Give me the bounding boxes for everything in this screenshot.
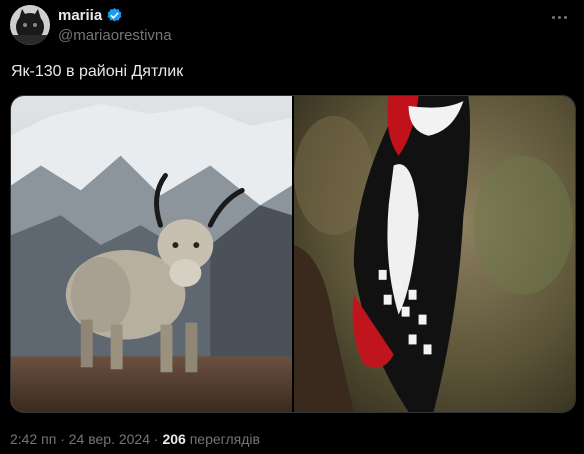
tweet: mariia @mariaorestivna Як-130 в районі Д… xyxy=(0,0,584,454)
display-name[interactable]: mariia xyxy=(58,7,102,24)
meta-separator: · xyxy=(60,431,65,447)
avatar[interactable] xyxy=(10,5,50,45)
author-handle[interactable]: @mariaorestivna xyxy=(58,27,172,44)
woodpecker-photo-icon xyxy=(294,96,575,412)
more-dots-icon xyxy=(551,15,555,19)
author-name-row: mariia xyxy=(58,7,123,24)
yak-photo-icon xyxy=(11,96,292,412)
media-grid xyxy=(10,95,576,413)
tweet-time[interactable]: 2:42 пп xyxy=(10,431,56,447)
meta-separator-2: · xyxy=(153,431,159,447)
verified-badge-icon xyxy=(107,8,122,22)
views-label: переглядів xyxy=(189,431,260,447)
tweet-meta: 2:42 пп · 24 вер. 2024 · 206 переглядів xyxy=(10,431,260,447)
tweet-date[interactable]: 24 вер. 2024 xyxy=(69,431,150,447)
views-count: 206 xyxy=(162,431,186,447)
media-image-woodpecker[interactable] xyxy=(294,96,575,412)
tweet-text: Як-130 в районі Дятлик xyxy=(11,63,184,80)
media-image-yak[interactable] xyxy=(11,96,292,412)
more-options-button[interactable] xyxy=(548,6,570,28)
avatar-cat-icon xyxy=(10,5,50,45)
